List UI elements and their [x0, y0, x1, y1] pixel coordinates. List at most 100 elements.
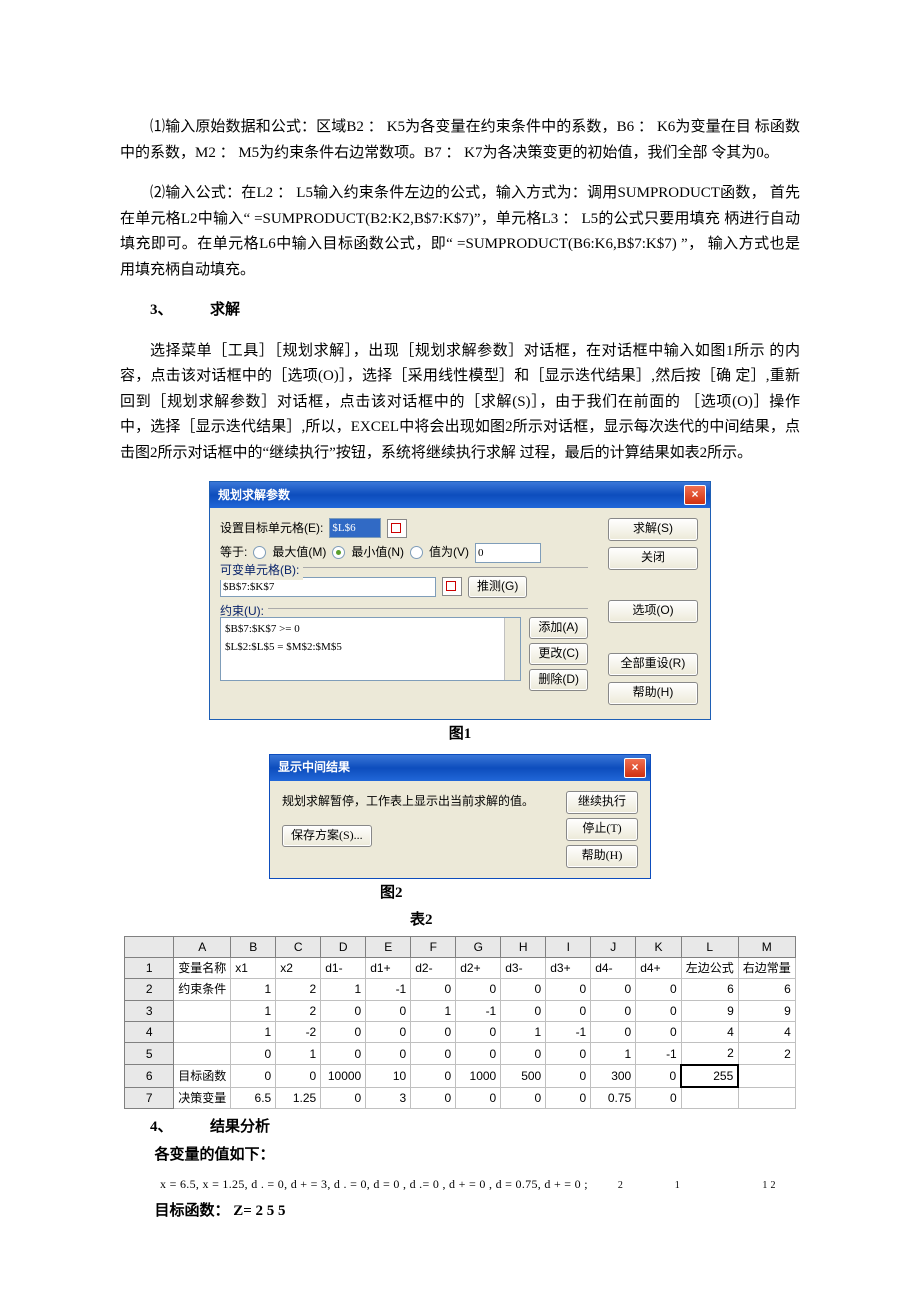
dialog1-title: 规划求解参数 — [218, 485, 290, 505]
change-button[interactable]: 更改(C) — [529, 643, 588, 665]
cell: 0 — [501, 1087, 546, 1108]
cell: 0 — [636, 1022, 682, 1043]
cell: -1 — [546, 1022, 591, 1043]
dialog2-message: 规划求解暂停，工作表上显示出当前求解的值。 — [282, 791, 548, 811]
cell: x1 — [231, 957, 276, 978]
cell: 1 — [276, 1043, 321, 1065]
radio-value[interactable] — [410, 546, 423, 559]
cell: 7 — [125, 1087, 174, 1108]
cell: 1 — [231, 1022, 276, 1043]
col-header: M — [738, 936, 795, 957]
cell — [174, 1000, 231, 1021]
cell: 0 — [546, 1065, 591, 1087]
solver-params-dialog: 规划求解参数 × 设置目标单元格(E): 等于: 最大值(M) 最小值(N) 值… — [209, 481, 711, 720]
cell: 0 — [501, 1043, 546, 1065]
col-header: F — [411, 936, 456, 957]
options-button[interactable]: 选项(O) — [608, 600, 698, 623]
cell — [738, 1087, 795, 1108]
cell: 2 — [276, 1000, 321, 1021]
figure1-caption: 图1 — [120, 722, 800, 748]
cell: 500 — [501, 1065, 546, 1087]
cell: 0 — [366, 1000, 411, 1021]
cell: 0 — [231, 1043, 276, 1065]
col-header: K — [636, 936, 682, 957]
cell: 0 — [321, 1022, 366, 1043]
cell: 0 — [411, 1087, 456, 1108]
cell: 5 — [125, 1043, 174, 1065]
cell: 1 — [501, 1022, 546, 1043]
cell — [174, 1022, 231, 1043]
help-button[interactable]: 帮助(H) — [566, 845, 638, 868]
value-of-input[interactable] — [475, 543, 541, 563]
delete-button[interactable]: 删除(D) — [529, 669, 588, 691]
cell: d3+ — [546, 957, 591, 978]
cell — [681, 1087, 738, 1108]
cell: 300 — [591, 1065, 636, 1087]
paragraph-3: 选择菜单［工具］［规划求解］，出现［规划求解参数］对话框，在对话框中输入如图1所… — [120, 339, 800, 467]
col-header — [125, 936, 174, 957]
cell: 决策变量 — [174, 1087, 231, 1108]
value-of-label: 值为(V) — [429, 542, 469, 562]
cell — [738, 1065, 795, 1087]
cell: 2 — [738, 1043, 795, 1065]
add-button[interactable]: 添加(A) — [529, 617, 588, 639]
help-button[interactable]: 帮助(H) — [608, 682, 698, 705]
subheading-4: 各变量的值如下： — [155, 1143, 801, 1169]
stop-button[interactable]: 停止(T) — [566, 818, 638, 841]
min-label: 最小值(N) — [351, 542, 404, 562]
constraints-list[interactable]: $B$7:$K$7 >= 0 $L$2:$L$5 = $M$2:$M$5 — [220, 617, 521, 681]
solve-button[interactable]: 求解(S) — [608, 518, 698, 541]
cell: 左边公式 — [681, 957, 738, 978]
cell: 1 — [231, 1000, 276, 1021]
result-table: ABCDEFGHIJKLM 1变量名称x1x2d1-d1+d2-d2+d3-d3… — [124, 936, 796, 1110]
col-header: C — [276, 936, 321, 957]
close-icon[interactable]: × — [684, 485, 706, 505]
ref-edit-icon[interactable] — [387, 519, 407, 538]
cell: 0 — [546, 1000, 591, 1021]
cell: -1 — [456, 1000, 501, 1021]
cell: 0 — [591, 1000, 636, 1021]
radio-max[interactable] — [253, 546, 266, 559]
cell: 1 — [321, 979, 366, 1000]
cell: 0 — [456, 1087, 501, 1108]
cell: 0 — [636, 1065, 682, 1087]
reset-button[interactable]: 全部重设(R) — [608, 653, 698, 676]
table2-caption: 表2 — [410, 908, 800, 934]
cell: 0 — [591, 979, 636, 1000]
cell: 0 — [411, 1043, 456, 1065]
cell: 10000 — [321, 1065, 366, 1087]
cell: 2 — [276, 979, 321, 1000]
cell: 0 — [366, 1022, 411, 1043]
cell: 6 — [681, 979, 738, 1000]
save-scenario-button[interactable]: 保存方案(S)... — [282, 825, 372, 847]
cell: 1.25 — [276, 1087, 321, 1108]
cell: 9 — [738, 1000, 795, 1021]
cell: 3 — [125, 1000, 174, 1021]
cell: 4 — [681, 1022, 738, 1043]
cell: 1 — [411, 1000, 456, 1021]
target-cell-input[interactable] — [329, 518, 381, 538]
cell: x2 — [276, 957, 321, 978]
col-header: J — [591, 936, 636, 957]
cell: 6 — [125, 1065, 174, 1087]
scrollbar[interactable] — [504, 618, 520, 680]
ref-edit-icon[interactable] — [442, 577, 462, 596]
radio-min[interactable] — [332, 546, 345, 559]
col-header: D — [321, 936, 366, 957]
close-icon[interactable]: × — [624, 758, 646, 778]
col-header: H — [501, 936, 546, 957]
close-button[interactable]: 关闭 — [608, 547, 698, 570]
heading-4: 4、 结果分析 — [150, 1115, 800, 1141]
show-trial-dialog: 显示中间结果 × 规划求解暂停，工作表上显示出当前求解的值。 保存方案(S)..… — [269, 754, 651, 879]
cell: 0 — [636, 979, 682, 1000]
cell: 0 — [411, 1065, 456, 1087]
cell: 2 — [125, 979, 174, 1000]
cell: d4+ — [636, 957, 682, 978]
cell: 0.75 — [591, 1087, 636, 1108]
guess-button[interactable]: 推测(G) — [468, 576, 527, 598]
cell: 0 — [411, 979, 456, 1000]
continue-button[interactable]: 继续执行 — [566, 791, 638, 814]
col-header: I — [546, 936, 591, 957]
cell: 0 — [546, 1043, 591, 1065]
cell: 右边常量 — [738, 957, 795, 978]
